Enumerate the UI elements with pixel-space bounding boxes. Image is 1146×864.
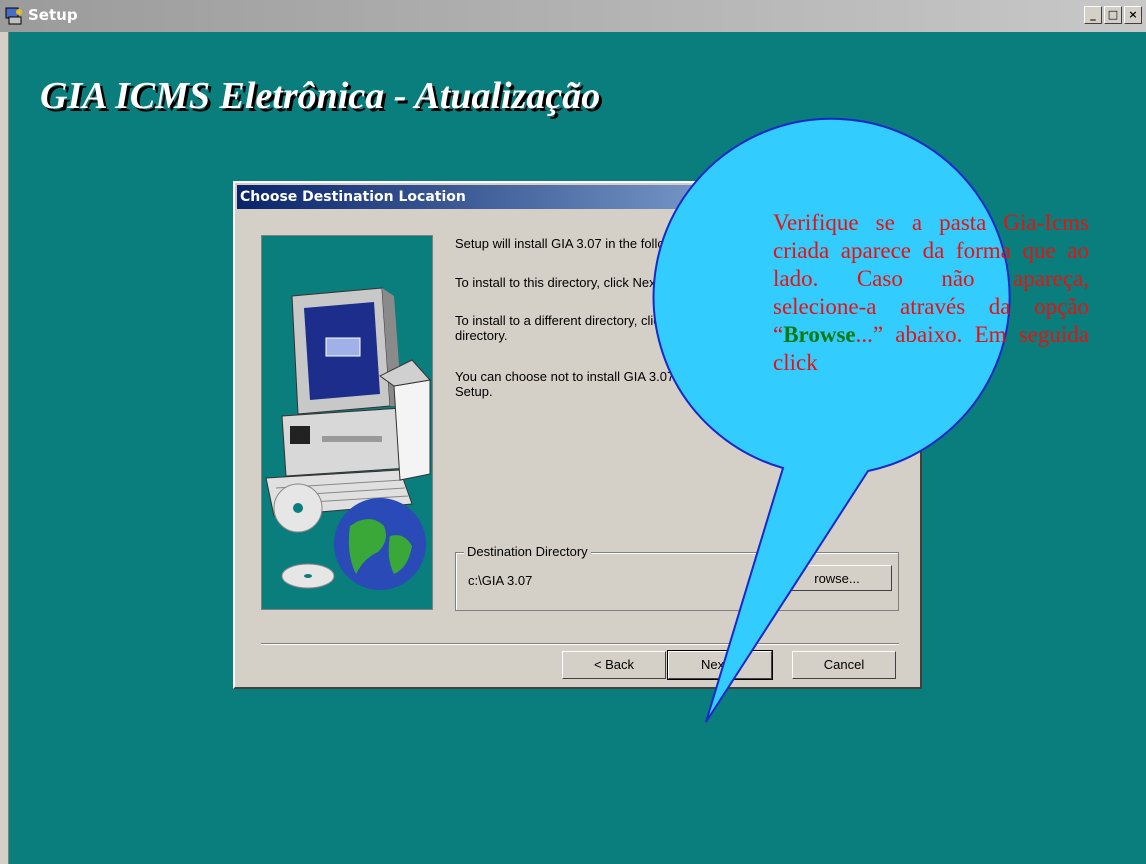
callout-balloon [652, 117, 1011, 723]
callout-browse-word: Browse [783, 322, 856, 347]
callout-text: Verifique se a pasta Gia-Icms criada apa… [773, 209, 1089, 377]
